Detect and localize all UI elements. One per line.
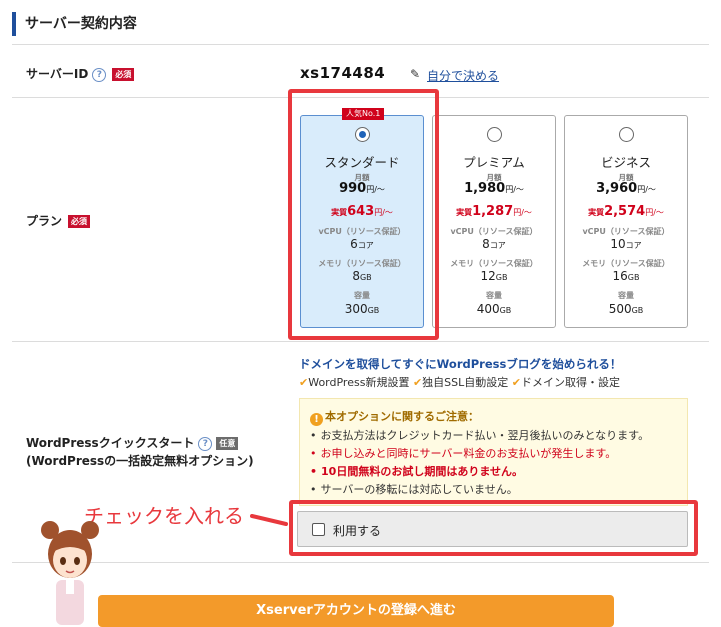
warning-icon: ! [310,413,323,426]
required-badge: 必須 [112,68,135,81]
plan-card[interactable]: ビジネス 月額 3,960円/〜 実質2,574円/〜 vCPU（リソース保証） 10コア… [564,115,688,328]
plan-name: プレミアム [463,155,525,170]
notice-title-text: 本オプションに関するご注意： [325,410,479,423]
memory-label: メモリ（リソース保証） [582,259,670,268]
mascot-illustration [41,521,99,625]
notice-item: • 10日間無料のお試し期間はありません。 [310,465,524,478]
memory-value: 12GB [480,269,508,283]
wordpress-label-text: WordPressクイックスタート [26,436,195,450]
annotation-arrow-icon [250,514,288,526]
wordpress-label: WordPressクイックスタート? 任意 [26,434,239,452]
plan-real-price: 実質1,287円/〜 [456,204,532,219]
storage-value: 400GB [476,302,512,316]
notice-item: • お支払方法はクレジットカード払い・翌月後払いのみとなります。 [310,429,650,442]
memory-value: 16GB [612,269,640,283]
plan-card[interactable]: プレミアム 月額 1,980円/〜 実質1,287円/〜 vCPU（リソース保証） 8コア… [432,115,556,328]
highlight-box-plan [288,89,439,340]
vcpu-label: vCPU（リソース保証） [450,227,538,236]
storage-label: 容量 [618,291,634,300]
plan-label: プラン 必須 [26,212,91,230]
check-icon: ✔ [511,376,521,389]
required-badge: 必須 [68,215,91,228]
storage-label: 容量 [486,291,502,300]
popular-badge: 人気No.1 [342,108,385,120]
plan-name: ビジネス [600,155,651,170]
plan-price: 3,960円/〜 [596,181,656,196]
wordpress-sublabel: (WordPressの一括設定無料オプション) [26,454,254,468]
annotation-callout: チェックを入れる [84,504,244,528]
plan-radio[interactable] [487,127,502,142]
storage-value: 500GB [608,302,644,316]
feature-item: WordPress新規設置 [308,376,410,389]
check-icon: ✔ [299,376,309,389]
section-title: サーバー契約内容 [12,12,137,36]
divider [12,44,709,45]
notice-list: • お支払方法はクレジットカード払い・翌月後払いのみとなります。 • お申し込みと同… [310,427,649,499]
highlight-box-checkbox [289,500,698,556]
notice-title: ! 本オプションに関するご注意： [310,408,479,426]
notice-box: ! 本オプションに関するご注意： • お支払方法はクレジットカード払い・翌月後払いの… [299,398,688,506]
plan-price: 1,980円/〜 [464,181,524,196]
optional-badge: 任意 [216,437,239,450]
wordpress-headline: ドメインを取得してすぐにWordPressブログを始められる！ [299,357,622,371]
notice-item: • サーバーの移転には対応していません。 [310,483,518,496]
custom-id-link[interactable]: 自分で決める [427,67,499,84]
divider [12,341,709,342]
server-id-value: xs174484 [300,64,386,82]
server-id-label: サーバーID? 必須 [26,65,135,83]
vcpu-label: vCPU（リソース保証） [582,227,670,236]
help-icon[interactable]: ? [198,436,213,451]
wordpress-features: ✔WordPress新規設置 ✔独自SSL自動設定 ✔ドメイン取得・設定 [299,374,620,390]
divider [12,562,709,563]
vcpu-value: 10コア [610,237,642,251]
pencil-icon[interactable]: ✎ [410,67,420,81]
feature-item: 独自SSL自動設定 [422,376,509,389]
submit-button[interactable]: Xserverアカウントの登録へ進む [98,595,614,627]
plan-real-price: 実質2,574円/〜 [588,204,664,219]
vcpu-value: 8コア [482,237,506,251]
check-icon: ✔ [412,376,423,389]
plan-radio[interactable] [619,127,634,142]
help-icon[interactable]: ? [92,67,107,82]
plan-label-text: プラン [26,214,63,228]
server-id-label-text: サーバーID [26,67,89,81]
memory-label: メモリ（リソース保証） [450,259,538,268]
notice-item: • お申し込みと同時にサーバー料金のお支払いが発生します。 [310,447,617,460]
feature-item: ドメイン取得・設定 [520,376,620,389]
